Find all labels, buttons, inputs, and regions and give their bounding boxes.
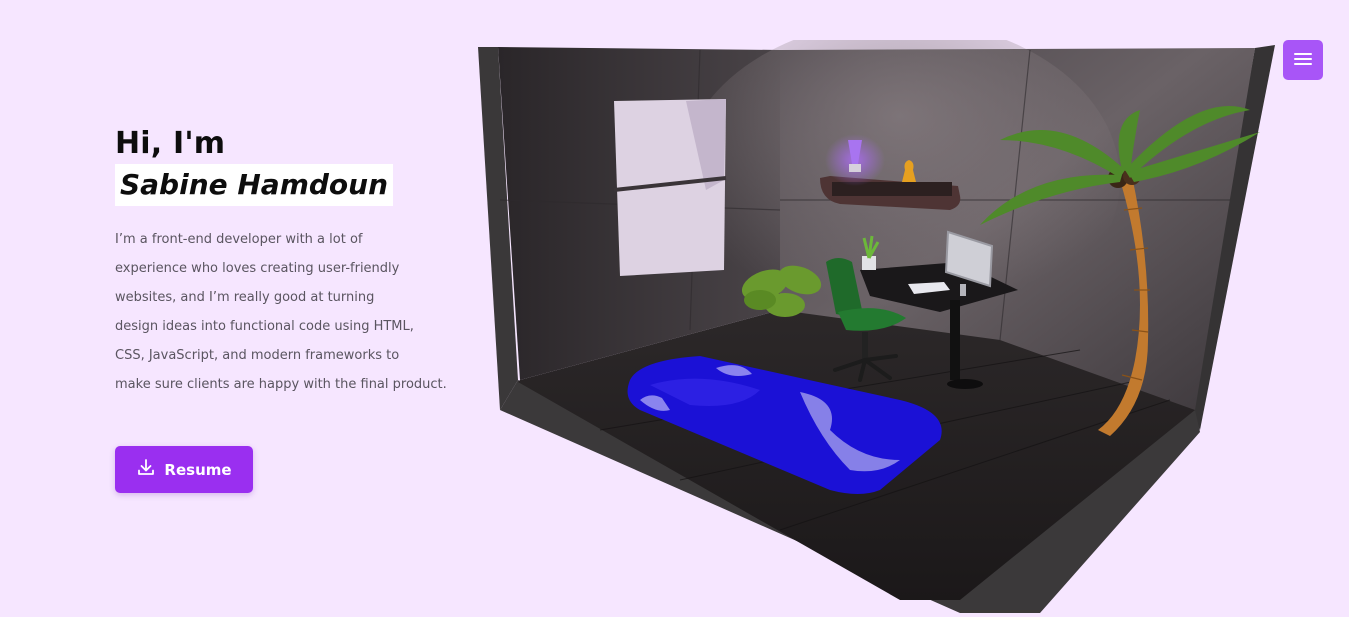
room-illustration	[470, 20, 1280, 617]
hamburger-menu-button[interactable]	[1283, 40, 1323, 80]
hero-greeting: Hi, I'm	[115, 126, 226, 161]
hamburger-menu-icon	[1293, 51, 1313, 70]
hero-name: Sabine Hamdoun	[120, 168, 389, 201]
resume-download-button[interactable]: Resume	[115, 446, 253, 493]
hero-bio: I’m a front-end developer with a lot of …	[115, 232, 447, 392]
hero-text-block: Hi, I'm Sabine Hamdoun I’m a front-end d…	[115, 126, 475, 399]
name-highlight: Sabine Hamdoun	[115, 164, 394, 206]
download-icon	[136, 458, 156, 481]
resume-label: Resume	[164, 460, 232, 479]
